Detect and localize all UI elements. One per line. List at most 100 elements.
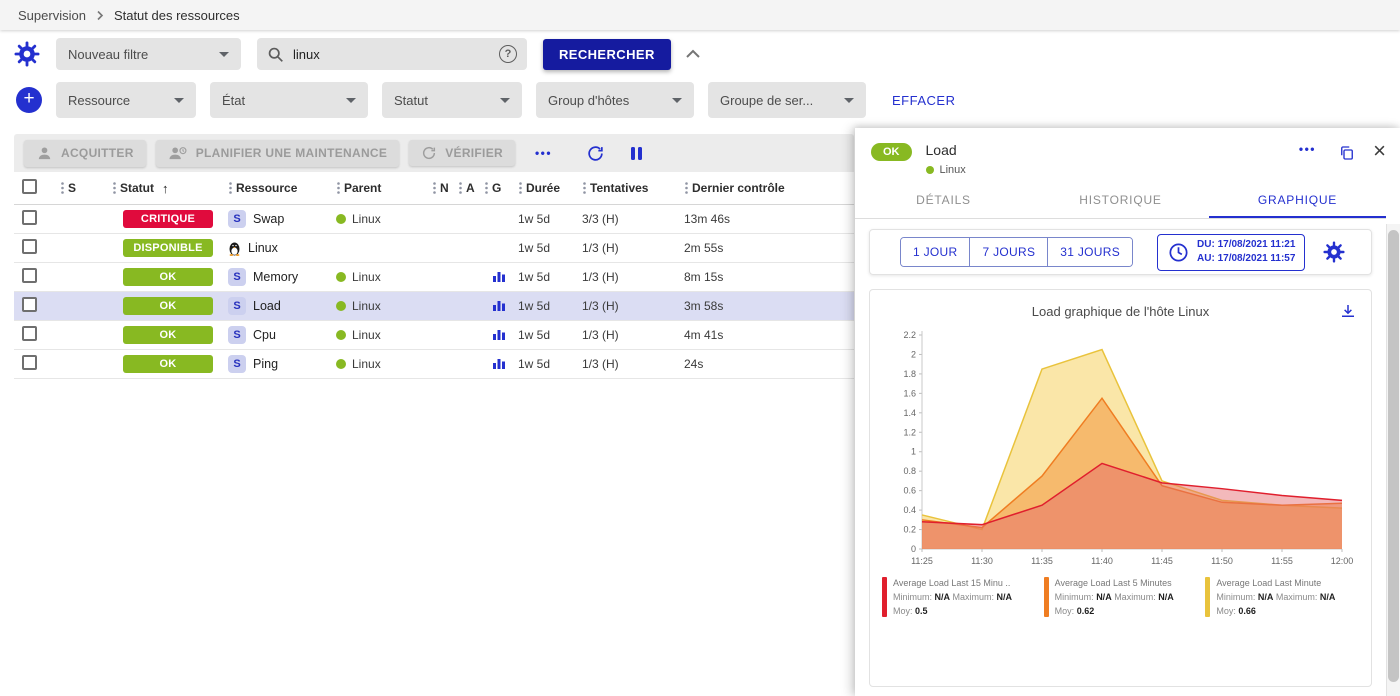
- column-header[interactable]: Tentatives: [580, 172, 682, 205]
- column-drag-icon[interactable]: [582, 181, 587, 195]
- legend-item[interactable]: Average Load Last MinuteMinimum: N/A Max…: [1205, 577, 1359, 619]
- search-button[interactable]: RECHERCHER: [543, 39, 671, 70]
- parent-name[interactable]: Linux: [352, 328, 381, 342]
- collapse-filters-icon[interactable]: [685, 49, 701, 59]
- clear-filters-button[interactable]: EFFACER: [892, 93, 955, 108]
- tab-details[interactable]: DÉTAILS: [855, 184, 1032, 218]
- range-31-days-button[interactable]: 31 JOURS: [1048, 238, 1132, 266]
- svg-text:11:35: 11:35: [1031, 556, 1053, 566]
- panel-more-icon[interactable]: •••: [1299, 142, 1316, 156]
- resource-name[interactable]: Cpu: [253, 328, 276, 342]
- date-from: DU: 17/08/2021 11:21: [1197, 238, 1295, 253]
- column-drag-icon[interactable]: [228, 181, 233, 195]
- criteria-select-5[interactable]: Groupe de ser...: [708, 82, 866, 118]
- parent-name[interactable]: Linux: [352, 212, 381, 226]
- graph-icon[interactable]: [492, 327, 506, 341]
- export-graph-icon[interactable]: [1339, 302, 1357, 320]
- table-row[interactable]: OKSPingLinux1w 5d1/3 (H)24s: [14, 350, 854, 379]
- panel-scrollbar-thumb[interactable]: [1388, 230, 1399, 682]
- column-header[interactable]: Parent: [334, 172, 430, 205]
- row-checkbox[interactable]: [22, 355, 37, 370]
- graph-icon[interactable]: [492, 298, 506, 312]
- set-downtime-button[interactable]: PLANIFIER UNE MAINTENANCE: [156, 140, 400, 167]
- criteria-select-2[interactable]: État: [210, 82, 368, 118]
- column-drag-icon[interactable]: [60, 181, 65, 195]
- column-header[interactable]: Dernier contrôle: [682, 172, 854, 205]
- breadcrumb-supervision[interactable]: Supervision: [18, 8, 86, 23]
- resource-name[interactable]: Ping: [253, 357, 278, 371]
- table-row[interactable]: OKSLoadLinux1w 5d1/3 (H)3m 58s: [14, 292, 854, 321]
- criteria-selects: Ressource État Statut Group d'hôtes Groupe d…: [56, 82, 866, 118]
- help-icon[interactable]: ?: [499, 45, 517, 63]
- row-checkbox[interactable]: [22, 239, 37, 254]
- saved-filter-select[interactable]: Nouveau filtre: [56, 38, 241, 70]
- load-graph[interactable]: 00.20.40.60.811.21.41.61.822.211:2511:30…: [886, 325, 1356, 575]
- graph-settings-gear-icon[interactable]: [1323, 241, 1345, 263]
- check-button[interactable]: VÉRIFIER: [409, 140, 515, 166]
- criteria-select-3[interactable]: Statut: [382, 82, 522, 118]
- table-row[interactable]: CRITIQUESSwapLinux1w 5d3/3 (H)13m 46s: [14, 205, 854, 234]
- status-badge[interactable]: OK: [123, 297, 213, 315]
- row-checkbox[interactable]: [22, 268, 37, 283]
- select-all-checkbox[interactable]: [22, 179, 37, 194]
- column-drag-icon[interactable]: [458, 181, 463, 195]
- search-box[interactable]: ?: [257, 38, 527, 70]
- column-drag-icon[interactable]: [484, 181, 489, 195]
- status-badge[interactable]: OK: [123, 268, 213, 286]
- pause-icon[interactable]: [631, 147, 642, 160]
- acknowledge-button[interactable]: ACQUITTER: [24, 140, 146, 167]
- resource-name[interactable]: Memory: [253, 270, 298, 284]
- svg-text:2.2: 2.2: [903, 330, 916, 340]
- row-checkbox[interactable]: [22, 326, 37, 341]
- column-header[interactable]: A: [456, 172, 482, 205]
- status-badge[interactable]: OK: [123, 355, 213, 373]
- graph-icon[interactable]: [492, 356, 506, 370]
- refresh-icon[interactable]: [586, 144, 605, 163]
- parent-name[interactable]: Linux: [352, 299, 381, 313]
- legend-item[interactable]: Average Load Last 5 MinutesMinimum: N/A …: [1044, 577, 1198, 619]
- legend-item[interactable]: Average Load Last 15 Minu ..Minimum: N/A…: [882, 577, 1036, 619]
- resource-name[interactable]: Load: [253, 299, 281, 313]
- date-range-box[interactable]: DU: 17/08/2021 11:21 AU: 17/08/2021 11:5…: [1157, 234, 1305, 271]
- panel-scrollbar[interactable]: [1386, 224, 1400, 696]
- graph-icon[interactable]: [492, 269, 506, 283]
- criteria-select-4[interactable]: Group d'hôtes: [536, 82, 694, 118]
- criteria-select-1[interactable]: Ressource: [56, 82, 196, 118]
- row-checkbox[interactable]: [22, 210, 37, 225]
- column-drag-icon[interactable]: [112, 181, 117, 195]
- status-badge[interactable]: OK: [123, 326, 213, 344]
- table-row[interactable]: DISPONIBLELinux1w 5d1/3 (H)2m 55s: [14, 234, 854, 263]
- row-checkbox[interactable]: [22, 297, 37, 312]
- copy-link-icon[interactable]: [1338, 144, 1356, 162]
- column-header[interactable]: S: [58, 172, 110, 205]
- parent-name[interactable]: Linux: [352, 357, 381, 371]
- tab-historique[interactable]: HISTORIQUE: [1032, 184, 1209, 218]
- column-drag-icon[interactable]: [684, 181, 689, 195]
- column-header[interactable]: Ressource: [226, 172, 334, 205]
- column-drag-icon[interactable]: [518, 181, 523, 195]
- column-header[interactable]: Statut↑: [110, 172, 226, 205]
- column-header[interactable]: N: [430, 172, 456, 205]
- table-row[interactable]: OKSCpuLinux1w 5d1/3 (H)4m 41s: [14, 321, 854, 350]
- tab-graphique[interactable]: GRAPHIQUE: [1209, 184, 1386, 218]
- filters-settings-gear-icon[interactable]: [14, 41, 40, 67]
- search-input[interactable]: [293, 47, 490, 62]
- resource-name[interactable]: Linux: [248, 241, 278, 255]
- range-7-days-button[interactable]: 7 JOURS: [970, 238, 1048, 266]
- chevron-down-icon: [346, 98, 356, 103]
- status-badge[interactable]: CRITIQUE: [123, 210, 213, 228]
- table-row[interactable]: OKSMemoryLinux1w 5d1/3 (H)8m 15s: [14, 263, 854, 292]
- resource-name[interactable]: Swap: [253, 212, 284, 226]
- column-header[interactable]: G: [482, 172, 516, 205]
- status-badge[interactable]: DISPONIBLE: [123, 239, 213, 257]
- column-header[interactable]: Durée: [516, 172, 580, 205]
- column-label: Tentatives: [590, 181, 648, 195]
- range-1-day-button[interactable]: 1 JOUR: [901, 238, 970, 266]
- add-criteria-button[interactable]: +: [16, 87, 42, 113]
- close-panel-icon[interactable]: ×: [1373, 140, 1386, 162]
- more-actions-icon[interactable]: •••: [535, 146, 552, 160]
- parent-name[interactable]: Linux: [352, 270, 381, 284]
- column-drag-icon[interactable]: [432, 181, 437, 195]
- column-drag-icon[interactable]: [336, 181, 341, 195]
- sort-asc-icon[interactable]: ↑: [162, 181, 169, 196]
